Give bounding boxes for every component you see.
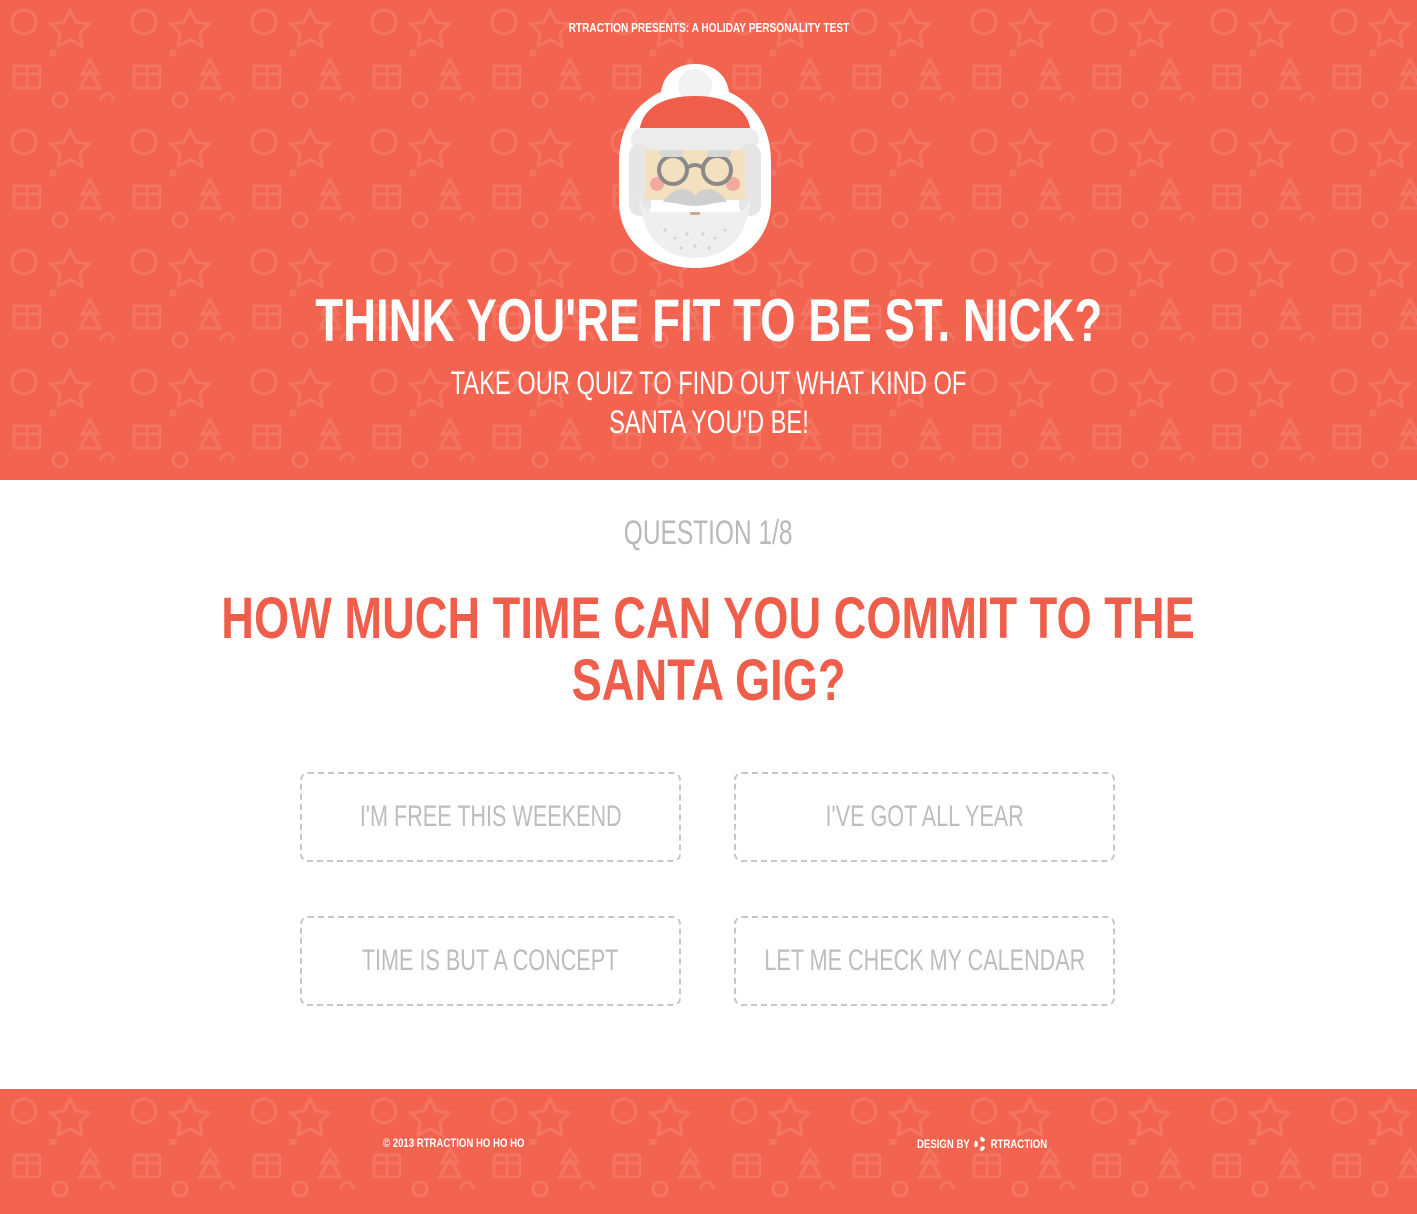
copyright-text: © 2013 RTRACTION HO HO HO [383,1136,525,1150]
subtitle-line-2: SANTA YOU'D BE! [608,404,809,440]
presents-tagline: RTRACTION PRESENTS: A HOLIDAY PERSONALIT… [568,20,849,35]
question-line-1: HOW MUCH TIME CAN YOU COMMIT TO THE [221,586,1196,651]
footer [0,1089,1417,1214]
answer-option-free-this-weekend[interactable]: I'M FREE THIS WEEKEND [300,772,681,862]
answer-option-check-calendar[interactable]: LET ME CHECK MY CALENDAR [734,916,1115,1006]
hero-banner: RTRACTION PRESENTS: A HOLIDAY PERSONALIT… [0,0,1417,480]
santa-face-icon [619,64,771,268]
page-subtitle: TAKE OUR QUIZ TO FIND OUT WHAT KIND OF S… [0,364,1417,442]
question-counter: QUESTION 1/8 [624,514,793,552]
question-line-2: SANTA GIG? [571,648,846,713]
answer-option-time-is-a-concept[interactable]: TIME IS BUT A CONCEPT [300,916,681,1006]
brand-name: RTRACTION [990,1137,1048,1151]
rtraction-logo-icon [974,1136,986,1152]
question-text: HOW MUCH TIME CAN YOU COMMIT TO THE SANT… [0,588,1417,712]
answer-option-got-all-year[interactable]: I'VE GOT ALL YEAR [734,772,1115,862]
subtitle-line-1: TAKE OUR QUIZ TO FIND OUT WHAT KIND OF [450,365,967,401]
holiday-pattern-background [0,1089,1417,1214]
design-by-label: DESIGN BY [917,1137,970,1151]
page-title: THINK YOU'RE FIT TO BE ST. NICK? [315,287,1102,354]
design-credit-link[interactable]: DESIGN BY RTRACTION [917,1135,1047,1153]
